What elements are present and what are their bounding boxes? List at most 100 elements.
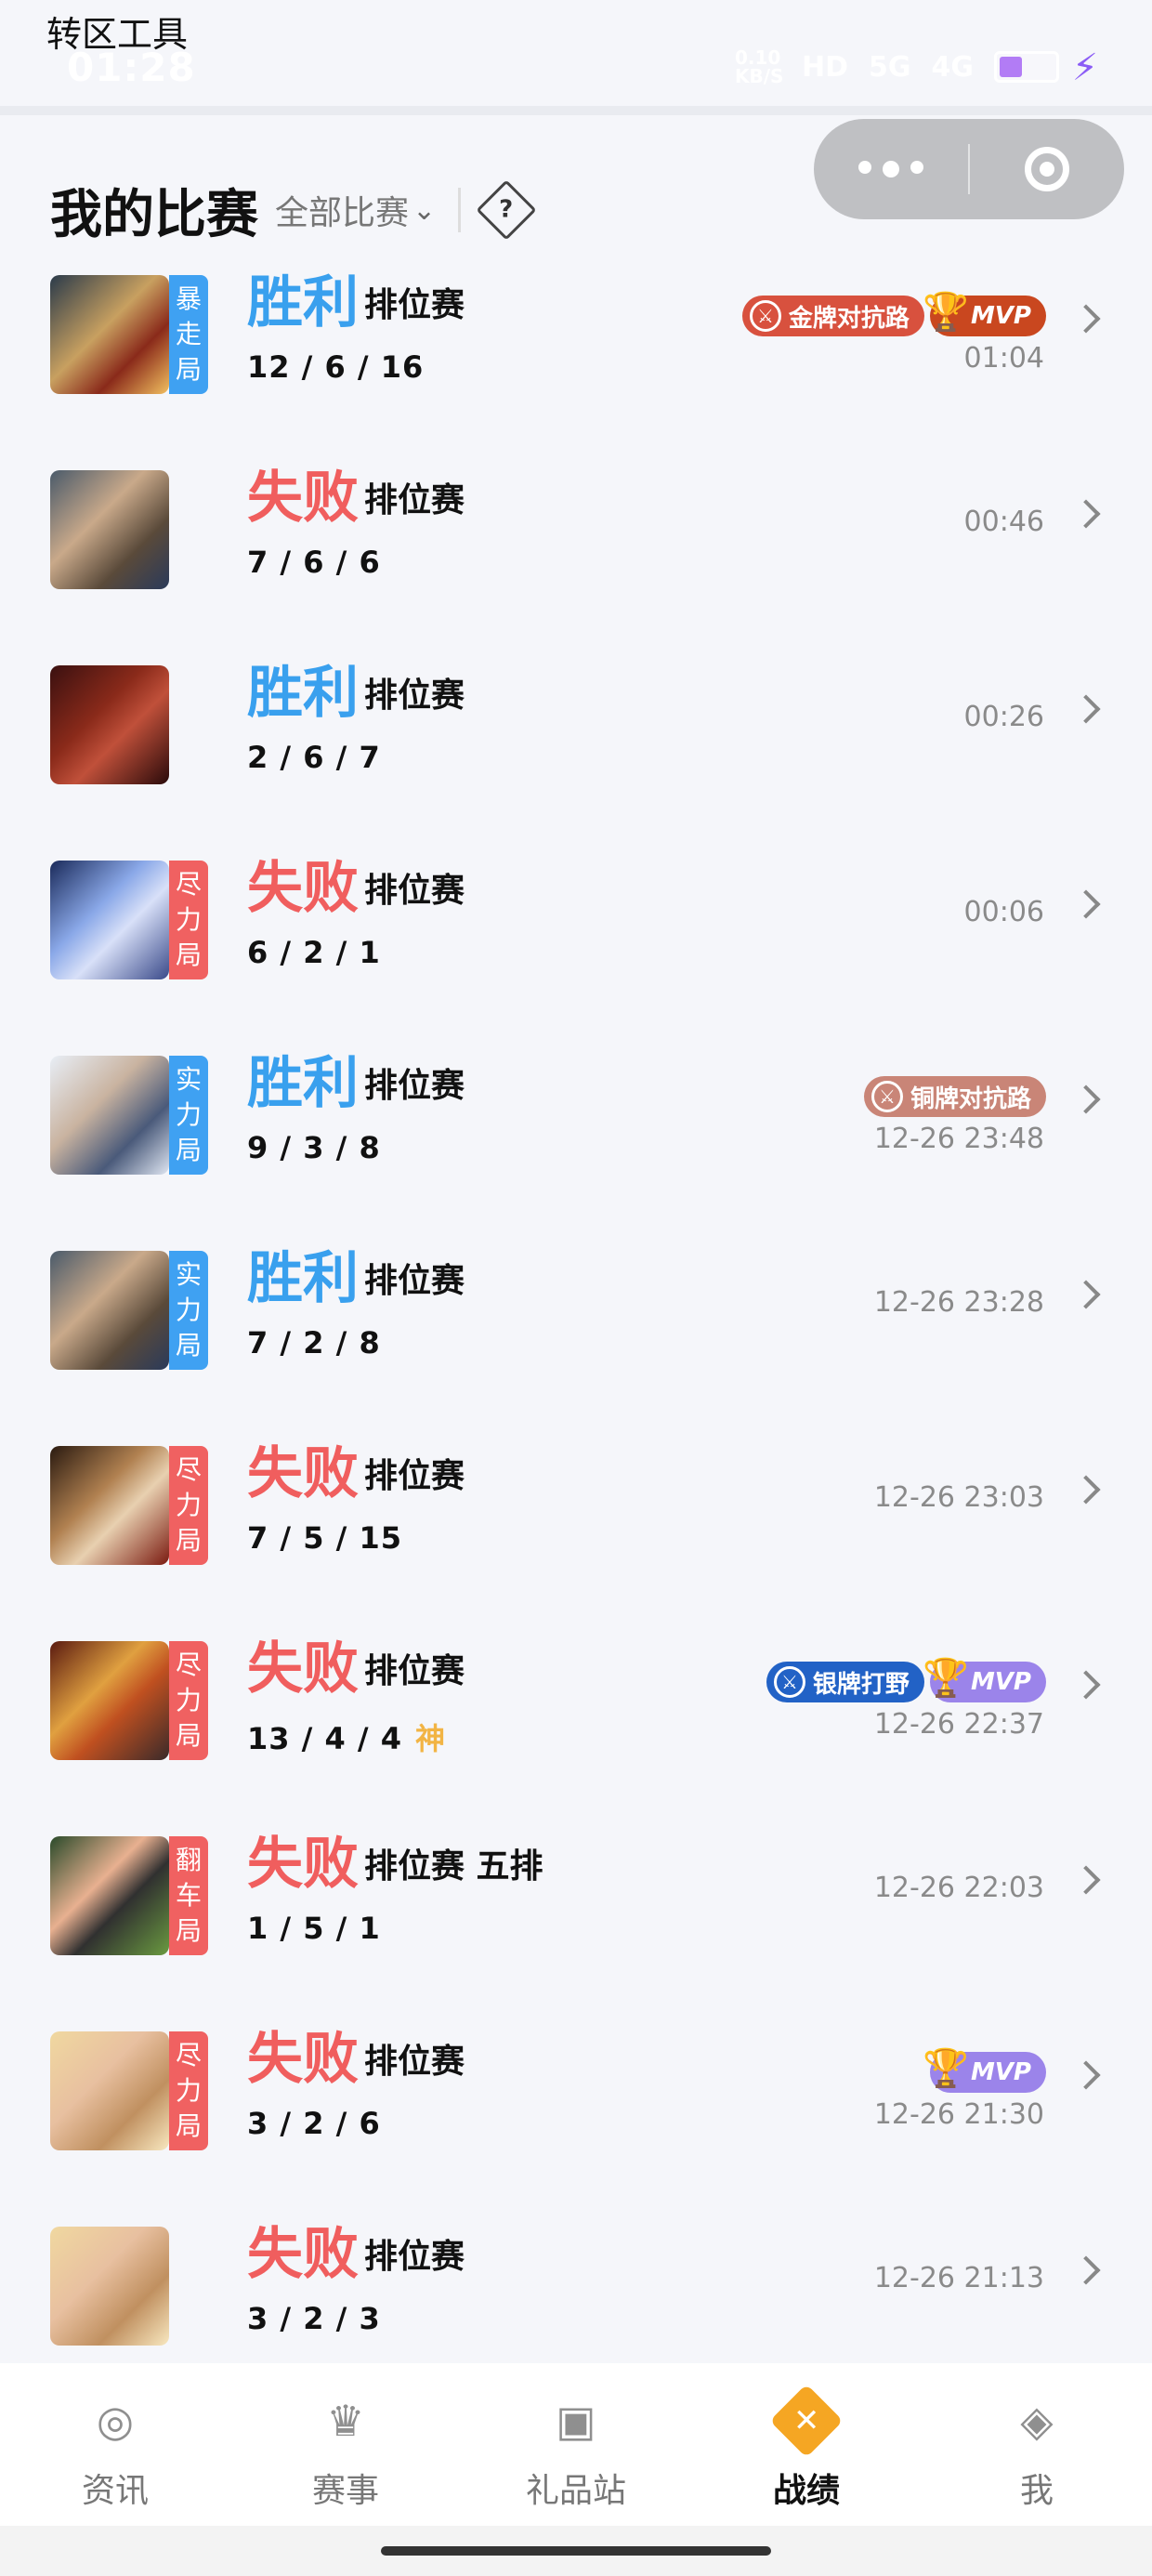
match-row[interactable]: 尽力局失败 排位赛 3 / 2 / 6 🏆 MVP 12-26 21:30	[0, 2026, 1152, 2221]
page-header: 我的比赛 全部比赛 ⌄ ?	[50, 173, 537, 247]
sword-icon: ⚔	[749, 300, 781, 332]
profile-icon: ◈	[1020, 2396, 1054, 2446]
match-result: 失败	[247, 2222, 359, 2287]
hero-avatar	[50, 1056, 169, 1175]
match-mode: 排位赛	[364, 1457, 465, 1495]
miniprogram-capsule	[814, 119, 1124, 219]
match-result: 失败	[247, 1441, 359, 1506]
chevron-down-icon: ⌄	[412, 193, 437, 227]
chevron-right-icon	[1071, 499, 1101, 529]
hero-avatar	[50, 2031, 169, 2150]
nav-item-records[interactable]: ✕ 战绩	[691, 2363, 922, 2526]
bottom-nav: ◎ 资讯 ♛ 赛事 ▣ 礼品站 ✕ 战绩 ◈ 我	[0, 2363, 1152, 2526]
position-badge: ⚔ 金牌对抗路	[741, 296, 924, 336]
match-result: 胜利	[247, 1246, 359, 1311]
help-icon[interactable]: ?	[476, 179, 537, 241]
match-row[interactable]: 失败 排位赛 7 / 6 / 6 00:46	[0, 465, 1152, 660]
hero-avatar	[50, 275, 169, 394]
achievement-badges: 🏆 MVP	[923, 2047, 1046, 2093]
match-row[interactable]: 实力局胜利 排位赛 7 / 2 / 8 12-26 23:28	[0, 1245, 1152, 1440]
match-mode: 排位赛 五排	[364, 1847, 543, 1886]
match-kda: 7 / 2 / 8	[247, 1325, 381, 1360]
match-time: 00:26	[963, 701, 1044, 733]
match-tag: 实力局	[169, 1056, 208, 1175]
trophy-icon: ♛	[326, 2396, 365, 2446]
trophy-icon: 🏆	[922, 2047, 969, 2090]
status-icons: 0.10 KB/S HD 5G 4G	[735, 48, 1059, 85]
achievement-badges: ⚔ 银牌打野 🏆 MVP	[766, 1657, 1046, 1702]
match-result: 失败	[247, 856, 359, 921]
position-badge: ⚔ 铜牌对抗路	[863, 1076, 1046, 1117]
match-kda: 7 / 5 / 15	[247, 1520, 402, 1556]
chevron-right-icon	[1071, 1475, 1101, 1505]
match-time: 01:04	[963, 342, 1044, 375]
match-result: 失败	[247, 1832, 359, 1897]
match-tag: 尽力局	[169, 2031, 208, 2150]
match-time: 12-26 22:03	[873, 1872, 1044, 1904]
hero-avatar	[50, 1446, 169, 1565]
nav-item-gifts[interactable]: ▣ 礼品站	[461, 2363, 691, 2526]
achievement-badges: ⚔ 铜牌对抗路	[863, 1076, 1046, 1117]
mvp-badge: 🏆 MVP	[923, 291, 1046, 336]
hero-avatar	[50, 665, 169, 784]
match-time: 00:46	[963, 506, 1044, 538]
hero-avatar	[50, 1251, 169, 1370]
match-mode: 排位赛	[364, 872, 465, 910]
match-result: 胜利	[247, 661, 359, 726]
hero-avatar	[50, 1836, 169, 1955]
mvp-badge: 🏆 MVP	[923, 2047, 1046, 2093]
chevron-right-icon	[1071, 694, 1101, 724]
match-time: 12-26 23:28	[873, 1286, 1044, 1319]
match-tag: 尽力局	[169, 1641, 208, 1760]
god-badge: 神	[415, 1721, 447, 1756]
nav-item-news[interactable]: ◎ 资讯	[0, 2363, 230, 2526]
filter-label: 全部比赛	[275, 194, 410, 232]
match-row[interactable]: 胜利 排位赛 2 / 6 / 7 00:26	[0, 660, 1152, 855]
match-kda: 12 / 6 / 16	[247, 349, 425, 385]
match-mode: 排位赛	[364, 1067, 465, 1105]
match-row[interactable]: 尽力局失败 排位赛 6 / 2 / 1 00:06	[0, 855, 1152, 1050]
match-row[interactable]: 翻车局失败 排位赛 五排 1 / 5 / 1 12-26 22:03	[0, 1831, 1152, 2026]
match-result: 失败	[247, 466, 359, 531]
match-time: 12-26 23:03	[873, 1481, 1044, 1514]
match-list: 暴走局胜利 排位赛 12 / 6 / 16 ⚔ 金牌对抗路 🏆 MVP 01:04 失败 排位赛 7…	[0, 269, 1152, 2416]
match-mode: 排位赛	[364, 677, 465, 715]
match-result: 胜利	[247, 1051, 359, 1116]
match-mode: 排位赛	[364, 1652, 465, 1690]
sword-icon: ⚔	[871, 1081, 903, 1112]
match-filter-dropdown[interactable]: 全部比赛 ⌄	[275, 186, 436, 234]
status-time: 01:28	[67, 45, 196, 90]
match-mode: 排位赛	[364, 1262, 465, 1300]
close-miniprogram-icon[interactable]	[970, 147, 1124, 191]
match-tag: 翻车局	[169, 1836, 208, 1955]
match-row[interactable]: 尽力局失败 排位赛 7 / 5 / 15 12-26 23:03	[0, 1440, 1152, 1636]
nav-item-me[interactable]: ◈ 我	[922, 2363, 1152, 2526]
more-menu-icon[interactable]	[814, 161, 968, 177]
match-tag: 实力局	[169, 1251, 208, 1370]
match-kda: 1 / 5 / 1	[247, 1911, 381, 1946]
chevron-right-icon	[1071, 1865, 1101, 1895]
match-row[interactable]: 暴走局胜利 排位赛 12 / 6 / 16 ⚔ 金牌对抗路 🏆 MVP 01:04	[0, 269, 1152, 465]
match-kda: 3 / 2 / 3	[247, 2301, 381, 2336]
battery-icon	[994, 51, 1059, 83]
compass-icon: ◎	[96, 2396, 135, 2446]
charging-icon: ⚡	[1071, 46, 1098, 89]
hero-avatar	[50, 1641, 169, 1760]
match-tag: 暴走局	[169, 275, 208, 394]
chevron-right-icon	[1071, 2060, 1101, 2090]
swords-icon: ✕	[769, 2384, 844, 2458]
chevron-right-icon	[1071, 2255, 1101, 2285]
match-mode: 排位赛	[364, 2043, 465, 2081]
chevron-right-icon	[1071, 889, 1101, 919]
match-row[interactable]: 尽力局失败 排位赛 13 / 4 / 4 神 ⚔ 银牌打野 🏆 MVP 12-26 22:37	[0, 1636, 1152, 1831]
signal-4g-icon: 4G	[931, 50, 975, 84]
position-badge: ⚔ 银牌打野	[766, 1662, 924, 1702]
top-divider	[0, 106, 1152, 115]
net-speed: 0.10 KB/S	[734, 46, 784, 87]
match-row[interactable]: 实力局胜利 排位赛 9 / 3 / 8 ⚔ 铜牌对抗路 12-26 23:48	[0, 1050, 1152, 1245]
chevron-right-icon	[1071, 1280, 1101, 1309]
achievement-badges: ⚔ 金牌对抗路 🏆 MVP	[741, 291, 1046, 336]
nav-item-events[interactable]: ♛ 赛事	[230, 2363, 461, 2526]
home-indicator[interactable]	[381, 2546, 771, 2556]
match-time: 12-26 21:13	[873, 2262, 1044, 2294]
